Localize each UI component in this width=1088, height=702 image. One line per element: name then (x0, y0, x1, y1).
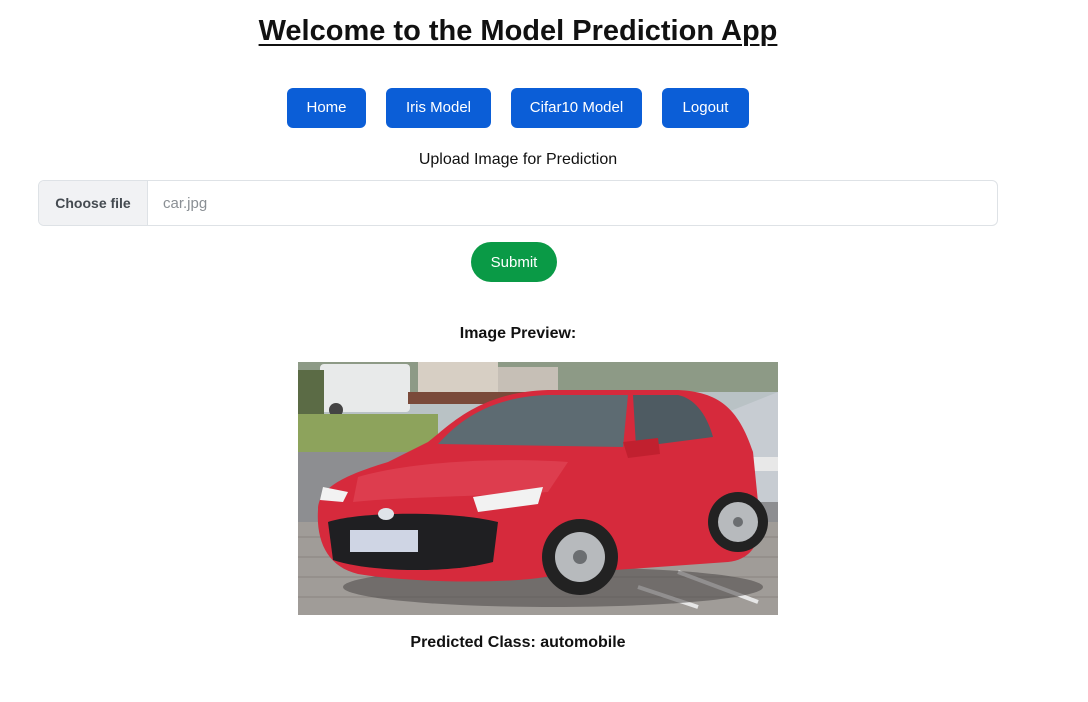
nav-home-button[interactable]: Home (287, 88, 366, 128)
preview-heading: Image Preview: (459, 325, 577, 342)
nav-bar: Home Iris Model Cifar10 Model Logout (287, 88, 749, 128)
prediction-result: Predicted Class: automobile (410, 634, 626, 651)
upload-label: Upload Image for Prediction (418, 151, 618, 168)
nav-cifar10-model-button[interactable]: Cifar10 Model (511, 88, 642, 128)
file-name-display: car.jpg (163, 194, 208, 212)
file-input[interactable]: Choose file car.jpg (38, 180, 998, 226)
choose-file-button[interactable]: Choose file (39, 181, 148, 225)
nav-iris-model-button[interactable]: Iris Model (386, 88, 491, 128)
preview-image (298, 362, 778, 615)
page-title: Welcome to the Model Prediction App (258, 15, 778, 47)
submit-button[interactable]: Submit (471, 242, 557, 282)
nav-logout-button[interactable]: Logout (662, 88, 749, 128)
